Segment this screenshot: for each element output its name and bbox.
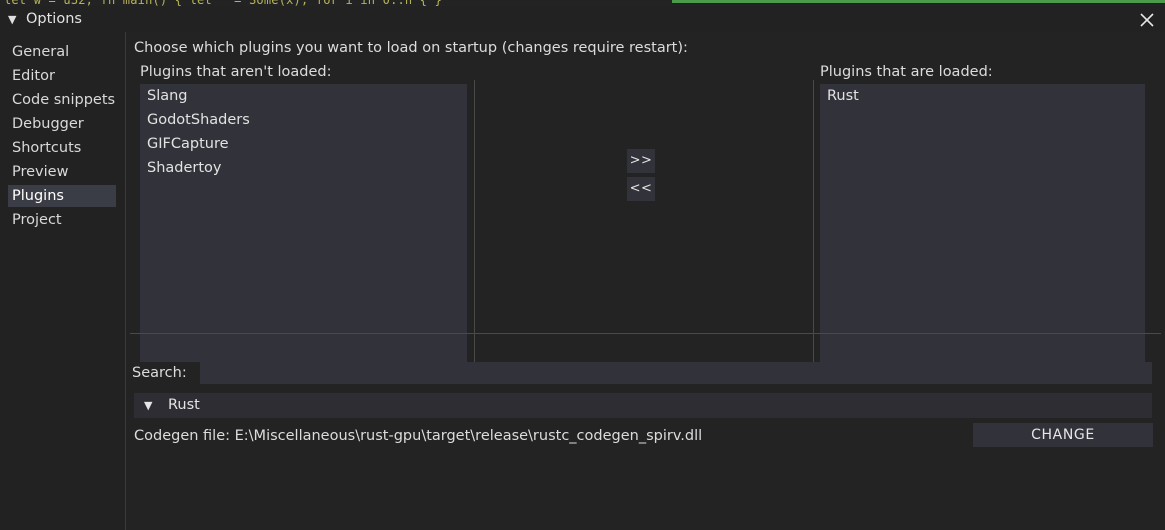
background-green-bar <box>672 0 1165 3</box>
sidebar-item-code-snippets[interactable]: Code snippets <box>8 89 116 111</box>
plugin-section-header-rust[interactable]: ▼ Rust <box>134 393 1152 418</box>
section-divider <box>130 333 1161 334</box>
chevron-down-icon[interactable]: ▼ <box>144 400 152 411</box>
chevron-down-icon[interactable]: ▼ <box>8 14 16 25</box>
column-separator-right <box>813 80 814 364</box>
unloaded-list-label: Plugins that aren't loaded: <box>140 64 332 80</box>
sidebar-item-plugins[interactable]: Plugins <box>8 185 116 207</box>
list-item[interactable]: GIFCapture <box>140 132 467 156</box>
close-icon[interactable] <box>1136 9 1158 31</box>
plugins-panel: Choose which plugins you want to load on… <box>126 32 1165 530</box>
title-bar: ▼ Options <box>0 6 1165 32</box>
panel-instructions: Choose which plugins you want to load on… <box>134 40 688 56</box>
sidebar-item-project[interactable]: Project <box>8 209 116 231</box>
sidebar-item-preview[interactable]: Preview <box>8 161 116 183</box>
loaded-list-label: Plugins that are loaded: <box>820 64 993 80</box>
codegen-file-label: Codegen file: E:\Miscellaneous\rust-gpu\… <box>134 428 703 444</box>
loaded-plugins-list[interactable]: Rust <box>820 84 1145 362</box>
column-separator-left <box>474 80 475 364</box>
move-to-unloaded-button[interactable]: << <box>627 177 655 201</box>
page-title: Options <box>26 11 82 27</box>
list-item[interactable]: Rust <box>820 84 1145 108</box>
search-label: Search: <box>132 365 187 381</box>
sidebar-item-debugger[interactable]: Debugger <box>8 113 116 135</box>
search-input[interactable] <box>200 362 1152 384</box>
settings-sidebar: General Editor Code snippets Debugger Sh… <box>0 32 125 530</box>
unloaded-plugins-list[interactable]: Slang GodotShaders GIFCapture Shadertoy <box>140 84 467 362</box>
plugin-section-title: Rust <box>168 397 200 413</box>
list-item[interactable]: Shadertoy <box>140 156 467 180</box>
sidebar-item-shortcuts[interactable]: Shortcuts <box>8 137 116 159</box>
change-codegen-file-button[interactable]: CHANGE <box>973 423 1153 447</box>
list-item[interactable]: GodotShaders <box>140 108 467 132</box>
list-item[interactable]: Slang <box>140 84 467 108</box>
move-to-loaded-button[interactable]: >> <box>627 149 655 173</box>
sidebar-item-general[interactable]: General <box>8 41 116 63</box>
sidebar-item-editor[interactable]: Editor <box>8 65 116 87</box>
